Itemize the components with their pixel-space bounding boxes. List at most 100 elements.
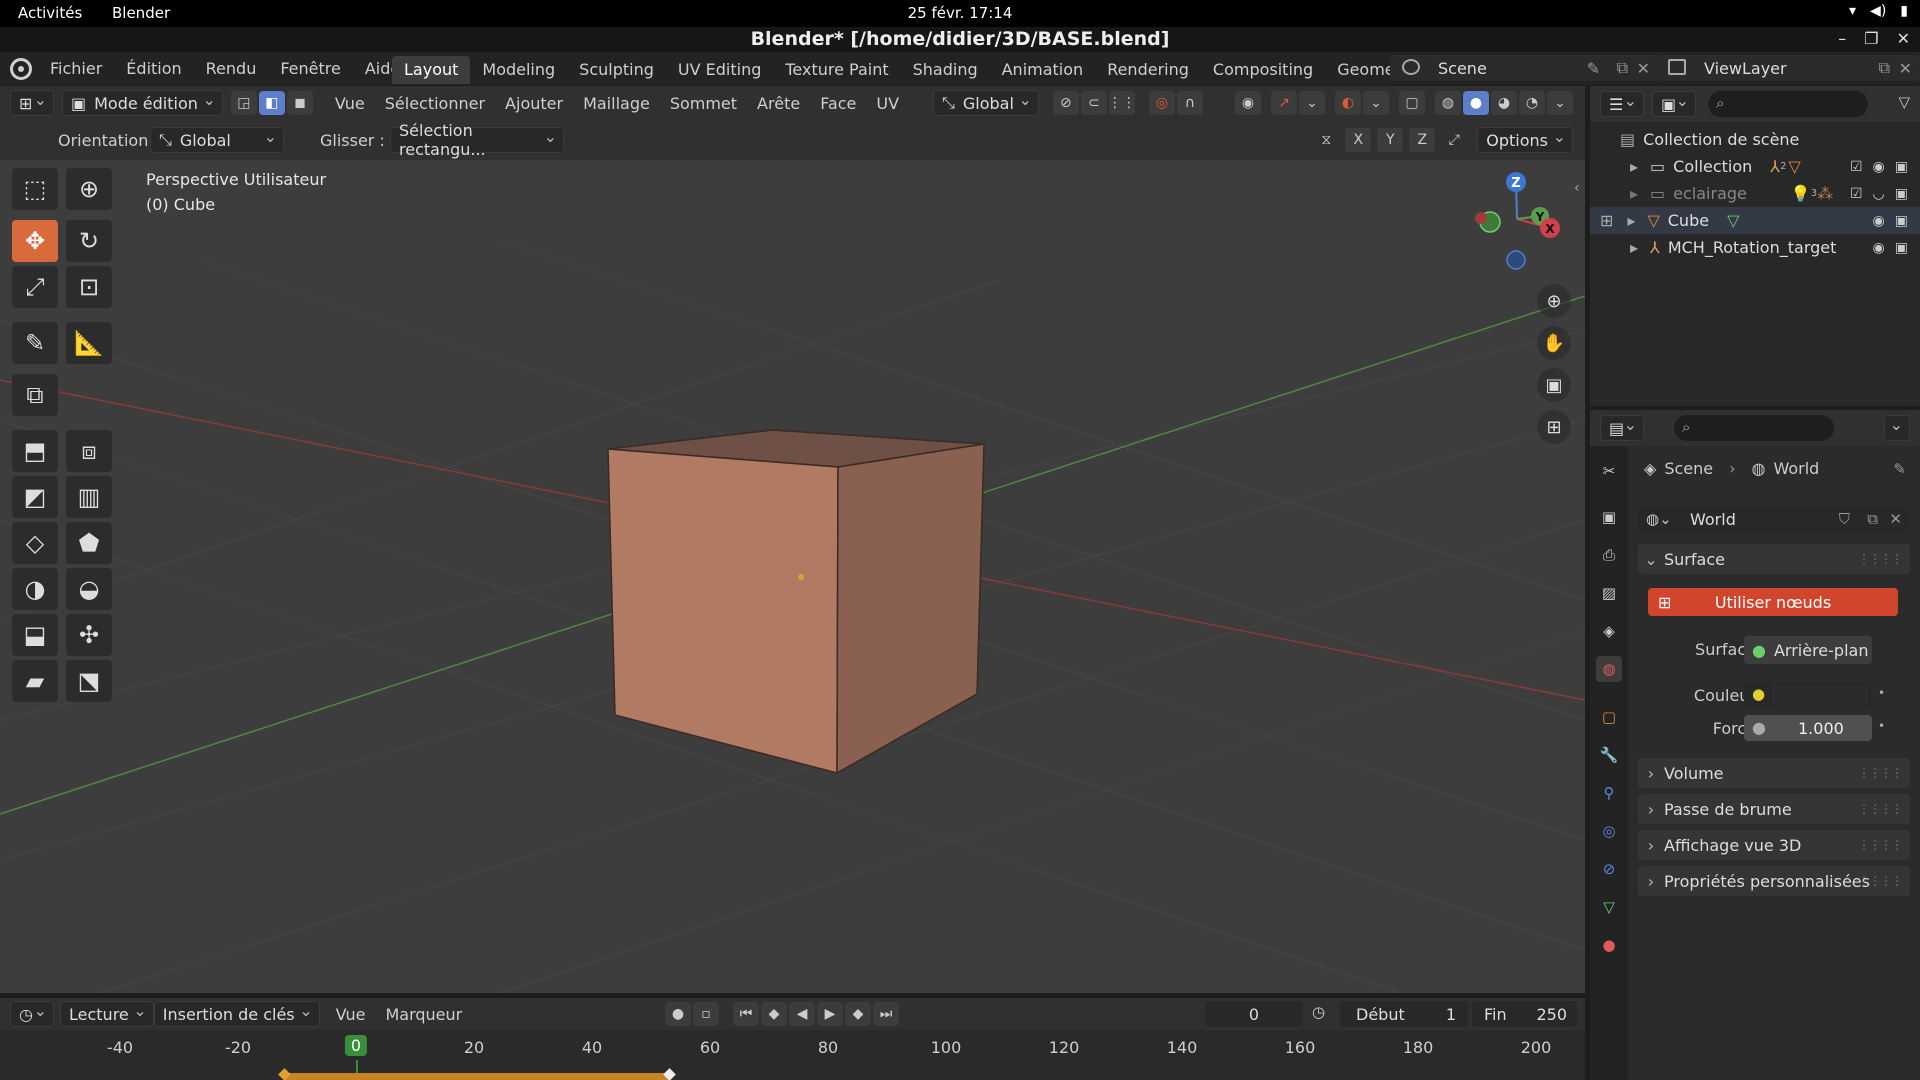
start-frame-field[interactable]: Début 1 [1340, 1001, 1468, 1027]
current-frame-field[interactable]: 0 [1205, 1001, 1303, 1027]
gizmo-icon[interactable]: ↗ [1271, 91, 1297, 115]
expand-arrow-icon[interactable]: ▸ [1630, 157, 1638, 176]
strength-field[interactable]: ● 1.000 [1744, 715, 1872, 741]
tab-compositing[interactable]: Compositing [1201, 56, 1325, 84]
menu-edge[interactable]: Arête [747, 94, 810, 113]
shading-dropdown-icon[interactable]: ⌄ [1547, 91, 1573, 115]
minimize-icon[interactable]: – [1838, 29, 1846, 48]
system-tray[interactable]: ▾ ◀) ▮ [1849, 3, 1908, 19]
use-nodes-button[interactable]: ⊞ Utiliser nœuds [1648, 588, 1898, 616]
constraints-tab-icon[interactable]: ⊘ [1596, 856, 1622, 882]
select-box-icon[interactable]: ⬚ [12, 168, 58, 210]
surface-panel-header[interactable]: ⌄ Surface ⋮⋮⋮⋮ [1638, 544, 1910, 574]
navigation-gizmo[interactable]: Z Y X [1475, 172, 1560, 270]
edge-slide-icon[interactable]: ⬓ [12, 614, 58, 656]
keying-dropdown[interactable]: Insertion de clés [153, 1001, 320, 1027]
fake-user-icon[interactable]: ⛉ [1839, 510, 1850, 528]
gizmo-dropdown-icon[interactable]: ⌄ [1299, 91, 1325, 115]
face-select-icon[interactable]: ◼ [286, 91, 313, 115]
close-icon[interactable]: ✕ [1897, 29, 1910, 48]
eye-icon[interactable]: ◉ [1873, 240, 1885, 256]
outliner-scene-collection[interactable]: ▤ Collection de scène [1590, 126, 1920, 153]
clock[interactable]: 25 févr. 17:14 [0, 4, 1920, 22]
snap-target-icon[interactable]: ⋮⋮ [1108, 91, 1136, 115]
move-icon[interactable]: ✥ [12, 220, 58, 262]
options-dropdown[interactable]: Options [1477, 127, 1573, 153]
duplicate-icon[interactable]: ⧉ [1867, 510, 1878, 528]
volume-panel-header[interactable]: › Volume ⋮⋮⋮⋮ [1638, 758, 1910, 788]
properties-editor-type[interactable]: ▤ [1600, 415, 1644, 441]
modifier-tab-icon[interactable]: 🔧 [1596, 742, 1622, 768]
animate-dot-icon[interactable]: • [1878, 719, 1885, 733]
zoom-icon[interactable]: ⊕ [1537, 284, 1571, 318]
play-icon[interactable]: ▶ [817, 1002, 843, 1026]
menu-view[interactable]: Vue [325, 94, 375, 113]
particles-tab-icon[interactable]: ⚲ [1596, 780, 1622, 806]
camera-view-icon[interactable]: ▣ [1537, 368, 1571, 402]
transform-orientation-dropdown[interactable]: ⤡ Global [933, 90, 1039, 116]
tab-modeling[interactable]: Modeling [470, 56, 567, 84]
color-field[interactable]: ● [1744, 682, 1872, 708]
menu-vertex[interactable]: Sommet [660, 94, 747, 113]
properties-options[interactable] [1884, 415, 1910, 441]
surface-shader-selector[interactable]: ● Arrière-plan [1744, 636, 1872, 664]
eye-icon[interactable]: ◉ [1873, 213, 1885, 229]
world-browse-icon[interactable]: ◍⌄ [1646, 510, 1672, 528]
world-tab-icon[interactable]: ◍ [1596, 656, 1622, 682]
mode-dropdown[interactable]: ▣ Mode édition [62, 90, 223, 116]
output-tab-icon[interactable]: ⎙ [1596, 542, 1622, 568]
menu-file[interactable]: Fichier [38, 59, 114, 78]
spin-icon[interactable]: ◑ [12, 568, 58, 610]
mirror-z-toggle[interactable]: Z [1409, 128, 1436, 152]
tab-texture-paint[interactable]: Texture Paint [773, 56, 900, 84]
pin-icon[interactable]: ✎ [1587, 59, 1600, 78]
menu-face[interactable]: Face [810, 94, 866, 113]
jump-end-icon[interactable]: ⏭ [873, 1002, 899, 1026]
world-datablock-selector[interactable]: ◍⌄ World ⛉ ⧉ ✕ [1638, 506, 1910, 534]
annotate-icon[interactable]: ✎ [12, 322, 58, 364]
render-camera-icon[interactable]: ▣ [1895, 186, 1908, 202]
drag-grip-icon[interactable]: ⋮⋮⋮⋮ [1858, 838, 1903, 852]
end-frame-field[interactable]: Fin 250 [1472, 1001, 1577, 1027]
outliner-search-input[interactable]: ⌕ [1708, 91, 1868, 117]
cube-side-face[interactable] [836, 443, 985, 775]
menu-render[interactable]: Rendu [194, 59, 269, 78]
menu-mesh[interactable]: Maillage [573, 94, 660, 113]
knife-icon[interactable]: ◇ [12, 522, 58, 564]
jump-start-icon[interactable]: ⏮ [733, 1002, 759, 1026]
material-tab-icon[interactable]: ● [1596, 932, 1622, 958]
drag-grip-icon[interactable]: ⋮⋮⋮⋮ [1858, 802, 1903, 816]
object-tab-icon[interactable]: ▢ [1596, 704, 1622, 730]
menu-uv[interactable]: UV [866, 94, 909, 113]
expand-arrow-icon[interactable]: ▸ [1630, 238, 1638, 257]
physics-tab-icon[interactable]: ◎ [1596, 818, 1622, 844]
blender-logo-icon[interactable] [10, 57, 32, 80]
pivot-icon[interactable]: ⊘ [1052, 91, 1079, 115]
edge-select-icon[interactable]: ◧ [258, 91, 285, 115]
overlays-dropdown-icon[interactable]: ⌄ [1363, 91, 1389, 115]
properties-search-input[interactable]: ⌕ [1674, 415, 1834, 441]
gizmo-neg-x[interactable] [1475, 212, 1487, 224]
render-camera-icon[interactable]: ▣ [1895, 159, 1908, 175]
outliner-item-eclairage[interactable]: ▸ ▭ eclairage 💡 3 ⁂ ☑ ◡ ▣ [1590, 180, 1920, 207]
animate-dot-icon[interactable]: • [1878, 686, 1885, 700]
tab-shading[interactable]: Shading [901, 56, 990, 84]
drag-grip-icon[interactable]: ⋮⋮⋮⋮ [1858, 552, 1903, 566]
smooth-icon[interactable]: ◒ [66, 568, 112, 610]
next-key-icon[interactable]: ◆ [845, 1002, 871, 1026]
expand-arrow-icon[interactable]: ▸ [1627, 211, 1635, 230]
maximize-icon[interactable]: ❐ [1864, 29, 1878, 48]
shrink-fatten-icon[interactable]: ✣ [66, 614, 112, 656]
gizmo-neg-z[interactable] [1506, 250, 1526, 270]
falloff-icon[interactable]: ∩ [1176, 91, 1203, 115]
data-tab-icon[interactable]: ▽ [1596, 894, 1622, 920]
delete-viewlayer-icon[interactable]: ✕ [1899, 59, 1912, 78]
extrude-icon[interactable]: ⬒ [12, 430, 58, 472]
tab-sculpting[interactable]: Sculpting [567, 56, 666, 84]
tab-animation[interactable]: Animation [990, 56, 1096, 84]
rendered-shading-icon[interactable]: ◔ [1519, 91, 1545, 115]
loop-cut-icon[interactable]: ▥ [66, 476, 112, 518]
cursor-icon[interactable]: ⊕ [66, 168, 112, 210]
custom-properties-panel-header[interactable]: › Propriétés personnalisées ⋮⋮⋮⋮ [1638, 866, 1910, 896]
new-viewlayer-icon[interactable]: ⧉ [1879, 58, 1890, 78]
